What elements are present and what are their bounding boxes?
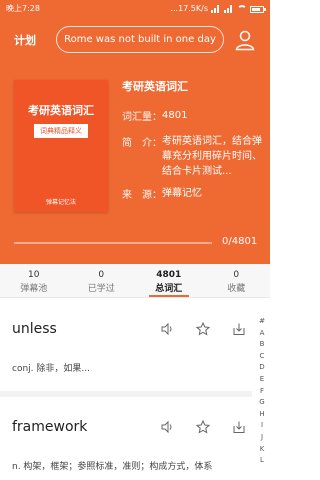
cover-publisher: 弹幕记忆法 bbox=[45, 199, 76, 206]
tab-learned[interactable]: 0 已学过 bbox=[68, 264, 136, 297]
source-row: 来 源： 弹幕记忆 bbox=[122, 186, 268, 201]
count-label: 词汇量： bbox=[122, 112, 162, 123]
user-icon[interactable] bbox=[234, 29, 256, 51]
wifi-icon bbox=[237, 5, 247, 13]
intro-row: 简 介： 考研英语词汇，结合弹幕充分利用碎片时间、结合卡片测试... bbox=[122, 134, 268, 179]
signal-icon-2 bbox=[224, 5, 234, 13]
count-value: 4801 bbox=[162, 110, 188, 121]
download-icon[interactable] bbox=[232, 322, 246, 336]
speaker-icon[interactable] bbox=[160, 420, 174, 434]
cover-subtitle: 词典精品释义 bbox=[34, 124, 88, 138]
alphabet-index[interactable]: # A B C D E F G H I J K L bbox=[256, 316, 268, 467]
network-speed: ...17.5K/s bbox=[170, 4, 208, 13]
count-row: 词汇量： 4801 bbox=[122, 108, 268, 123]
plan-button[interactable]: 计划 bbox=[14, 32, 36, 48]
list-item[interactable]: framework n. 构架，框架；参照标准，准则；构成方式，体系 bbox=[0, 397, 252, 480]
book-info: 考研英语词汇 词汇量： 4801 简 介： 考研英语词汇，结合弹幕充分利用碎片时… bbox=[122, 78, 268, 201]
word-text: framework bbox=[12, 419, 88, 435]
star-icon[interactable] bbox=[196, 420, 210, 434]
star-icon[interactable] bbox=[196, 322, 210, 336]
tab-label: 弹幕池 bbox=[20, 284, 48, 294]
alphabet-letter[interactable]: D bbox=[259, 362, 264, 374]
word-definition: conj. 除非，如果... bbox=[12, 364, 90, 374]
search-box[interactable]: Rome was not built in one day bbox=[56, 26, 224, 53]
source-label: 来 源： bbox=[122, 190, 162, 201]
alphabet-letter[interactable]: H bbox=[259, 409, 264, 421]
cover-title: 考研英语词汇 bbox=[28, 104, 94, 117]
tab-count: 0 bbox=[98, 270, 105, 280]
top-bar: 计划 Rome was not built in one day bbox=[0, 22, 270, 58]
status-icons: ...17.5K/s bbox=[170, 0, 266, 18]
alphabet-letter[interactable]: I bbox=[261, 420, 263, 432]
signal-icon bbox=[211, 5, 221, 13]
alphabet-letter[interactable]: L bbox=[260, 455, 264, 467]
word-list: unless conj. 除非，如果... framework n. 构架，框架… bbox=[0, 299, 252, 480]
stats-tabs: 10 弹幕池 0 已学过 4801 总词汇 0 收藏 bbox=[0, 264, 270, 298]
book-cover[interactable]: 考研英语词汇 词典精品释义 弹幕记忆法 bbox=[14, 80, 108, 212]
tab-label: 收藏 bbox=[227, 284, 246, 294]
alphabet-letter[interactable]: # bbox=[259, 316, 265, 328]
list-item[interactable]: unless conj. 除非，如果... bbox=[0, 299, 252, 397]
alphabet-letter[interactable]: F bbox=[260, 386, 264, 398]
alphabet-letter[interactable]: C bbox=[260, 351, 265, 363]
tab-favorites[interactable]: 0 收藏 bbox=[203, 264, 271, 297]
tab-label: 已学过 bbox=[87, 284, 115, 294]
tab-danmu-pool[interactable]: 10 弹幕池 bbox=[0, 264, 68, 297]
intro-value: 考研英语词汇，结合弹幕充分利用碎片时间、结合卡片测试... bbox=[162, 136, 262, 177]
alphabet-letter[interactable]: E bbox=[260, 374, 264, 386]
source-value: 弹幕记忆 bbox=[162, 188, 202, 199]
book-title: 考研英语词汇 bbox=[122, 80, 188, 93]
alphabet-letter[interactable]: A bbox=[260, 328, 265, 340]
book-header: 晚上7:28 ...17.5K/s 计划 Rome was not built … bbox=[0, 0, 270, 264]
battery-icon bbox=[250, 5, 266, 13]
status-bar: 晚上7:28 ...17.5K/s bbox=[0, 0, 270, 18]
alphabet-letter[interactable]: B bbox=[260, 339, 265, 351]
tab-total-words[interactable]: 4801 总词汇 bbox=[135, 264, 203, 297]
tab-count: 10 bbox=[28, 270, 40, 280]
alphabet-letter[interactable]: G bbox=[259, 397, 264, 409]
progress-text: 0/4801 bbox=[222, 236, 258, 247]
word-definition: n. 构架，框架；参照标准，准则；构成方式，体系 bbox=[12, 462, 213, 472]
progress-bar bbox=[14, 242, 212, 244]
download-icon[interactable] bbox=[232, 420, 246, 434]
status-time: 晚上7:28 bbox=[6, 4, 40, 13]
tab-label: 总词汇 bbox=[155, 284, 183, 294]
intro-label: 简 介： bbox=[122, 138, 162, 149]
alphabet-letter[interactable]: K bbox=[260, 444, 265, 456]
tab-count: 0 bbox=[233, 270, 240, 280]
tab-count: 4801 bbox=[156, 270, 182, 280]
speaker-icon[interactable] bbox=[160, 322, 174, 336]
alphabet-letter[interactable]: J bbox=[261, 432, 263, 444]
word-text: unless bbox=[12, 321, 57, 337]
